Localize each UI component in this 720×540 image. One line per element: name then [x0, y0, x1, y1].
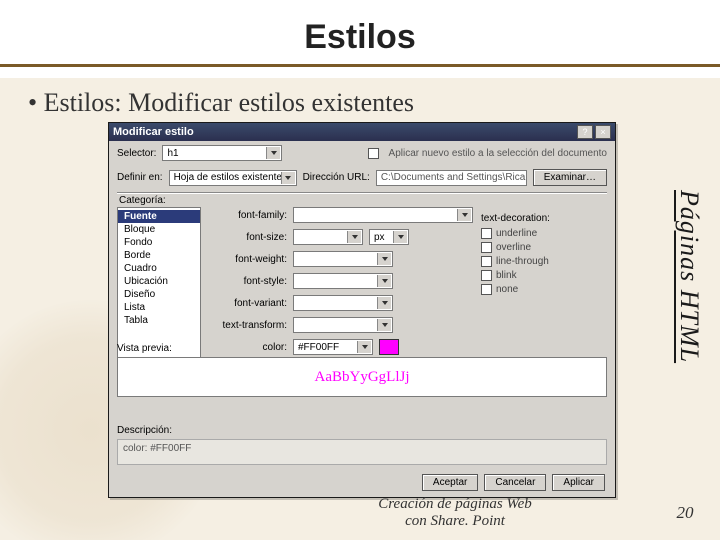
define-value: Hoja de estilos existente — [174, 172, 282, 183]
url-label: Dirección URL: — [303, 172, 370, 183]
page-number: 20 — [650, 503, 720, 523]
slide-footer: Creación de páginas Web con Share. Point… — [0, 496, 720, 531]
category-item-bloque[interactable]: Bloque — [118, 223, 200, 236]
page-title: Estilos — [0, 18, 720, 57]
category-item-lista[interactable]: Lista — [118, 301, 200, 314]
font-family-dropdown[interactable] — [293, 207, 473, 223]
preview-box: AaBbYyGgLlJj — [117, 357, 607, 397]
category-item-borde[interactable]: Borde — [118, 249, 200, 262]
font-size-unit-dropdown[interactable]: px — [369, 229, 409, 245]
side-vertical-label: Páginas HTML — [674, 190, 704, 363]
font-size-label: font-size: — [209, 232, 287, 243]
chevron-down-icon — [281, 172, 295, 184]
blink-checkbox[interactable] — [481, 270, 492, 281]
preview-label: Vista previa: — [117, 343, 607, 354]
url-field[interactable]: C:\Documents and Settings\Ricardo.ORFI — [376, 170, 527, 186]
modify-style-dialog: Modificar estilo ? × Selector: h1 Aplica… — [108, 122, 616, 498]
category-item-fondo[interactable]: Fondo — [118, 236, 200, 249]
apply-new-label: Aplicar nuevo estilo a la selección del … — [389, 148, 607, 159]
font-weight-dropdown[interactable] — [293, 251, 393, 267]
line-through-checkbox[interactable] — [481, 256, 492, 267]
define-dropdown[interactable]: Hoja de estilos existente — [169, 170, 297, 186]
header-rule — [0, 64, 720, 67]
define-row: Definir en: Hoja de estilos existente Di… — [109, 165, 615, 190]
help-button[interactable]: ? — [577, 125, 593, 139]
text-transform-dropdown[interactable] — [293, 317, 393, 333]
dialog-titlebar[interactable]: Modificar estilo ? × — [109, 123, 615, 141]
category-item-diseno[interactable]: Diseño — [118, 288, 200, 301]
chevron-down-icon — [457, 209, 471, 221]
description-section: Descripción: color: #FF00FF — [117, 425, 607, 465]
ok-button[interactable]: Aceptar — [422, 474, 478, 491]
chevron-down-icon — [377, 319, 391, 331]
preview-section: Vista previa: AaBbYyGgLlJj — [117, 343, 607, 397]
text-decoration-group: text-decoration: underline overline line… — [481, 213, 601, 298]
chevron-down-icon — [377, 253, 391, 265]
dialog-title: Modificar estilo — [113, 126, 575, 138]
chevron-down-icon — [377, 275, 391, 287]
font-variant-label: font-variant: — [209, 298, 287, 309]
category-item-ubicacion[interactable]: Ubicación — [118, 275, 200, 288]
close-button[interactable]: × — [595, 125, 611, 139]
browse-button[interactable]: Examinar… — [533, 169, 607, 186]
define-label: Definir en: — [117, 172, 163, 183]
chevron-down-icon — [347, 231, 361, 243]
description-box: color: #FF00FF — [117, 439, 607, 465]
overline-checkbox[interactable] — [481, 242, 492, 253]
font-family-label: font-family: — [209, 210, 287, 221]
font-form: font-family: font-size: px font-weight: … — [209, 207, 607, 439]
footer-text: Creación de páginas Web con Share. Point — [0, 496, 650, 531]
apply-new-checkbox[interactable] — [368, 148, 379, 159]
text-transform-label: text-transform: — [209, 320, 287, 331]
underline-checkbox[interactable] — [481, 228, 492, 239]
font-size-dropdown[interactable] — [293, 229, 363, 245]
dialog-body: Fuente Bloque Fondo Borde Cuadro Ubicaci… — [117, 207, 607, 439]
font-style-label: font-style: — [209, 276, 287, 287]
category-item-fuente[interactable]: Fuente — [118, 210, 200, 223]
selector-label: Selector: — [117, 148, 156, 159]
font-variant-dropdown[interactable] — [293, 295, 393, 311]
category-item-tabla[interactable]: Tabla — [118, 314, 200, 327]
category-label: Categoría: — [119, 195, 166, 206]
slide: Estilos • Estilos: Modificar estilos exi… — [0, 0, 720, 540]
chevron-down-icon — [266, 147, 280, 159]
apply-button[interactable]: Aplicar — [552, 474, 605, 491]
none-checkbox[interactable] — [481, 284, 492, 295]
bullet-text: • Estilos: Modificar estilos existentes — [28, 88, 414, 118]
cancel-button[interactable]: Cancelar — [484, 474, 546, 491]
font-style-dropdown[interactable] — [293, 273, 393, 289]
description-label: Descripción: — [117, 425, 607, 436]
dialog-buttons: Aceptar Cancelar Aplicar — [422, 474, 605, 491]
font-weight-label: font-weight: — [209, 254, 287, 265]
text-decoration-label: text-decoration: — [481, 213, 601, 224]
category-item-cuadro[interactable]: Cuadro — [118, 262, 200, 275]
selector-value: h1 — [167, 148, 178, 159]
selector-dropdown[interactable]: h1 — [162, 145, 282, 161]
selector-row: Selector: h1 Aplicar nuevo estilo a la s… — [109, 141, 615, 165]
chevron-down-icon — [393, 231, 407, 243]
chevron-down-icon — [377, 297, 391, 309]
divider — [117, 192, 607, 194]
